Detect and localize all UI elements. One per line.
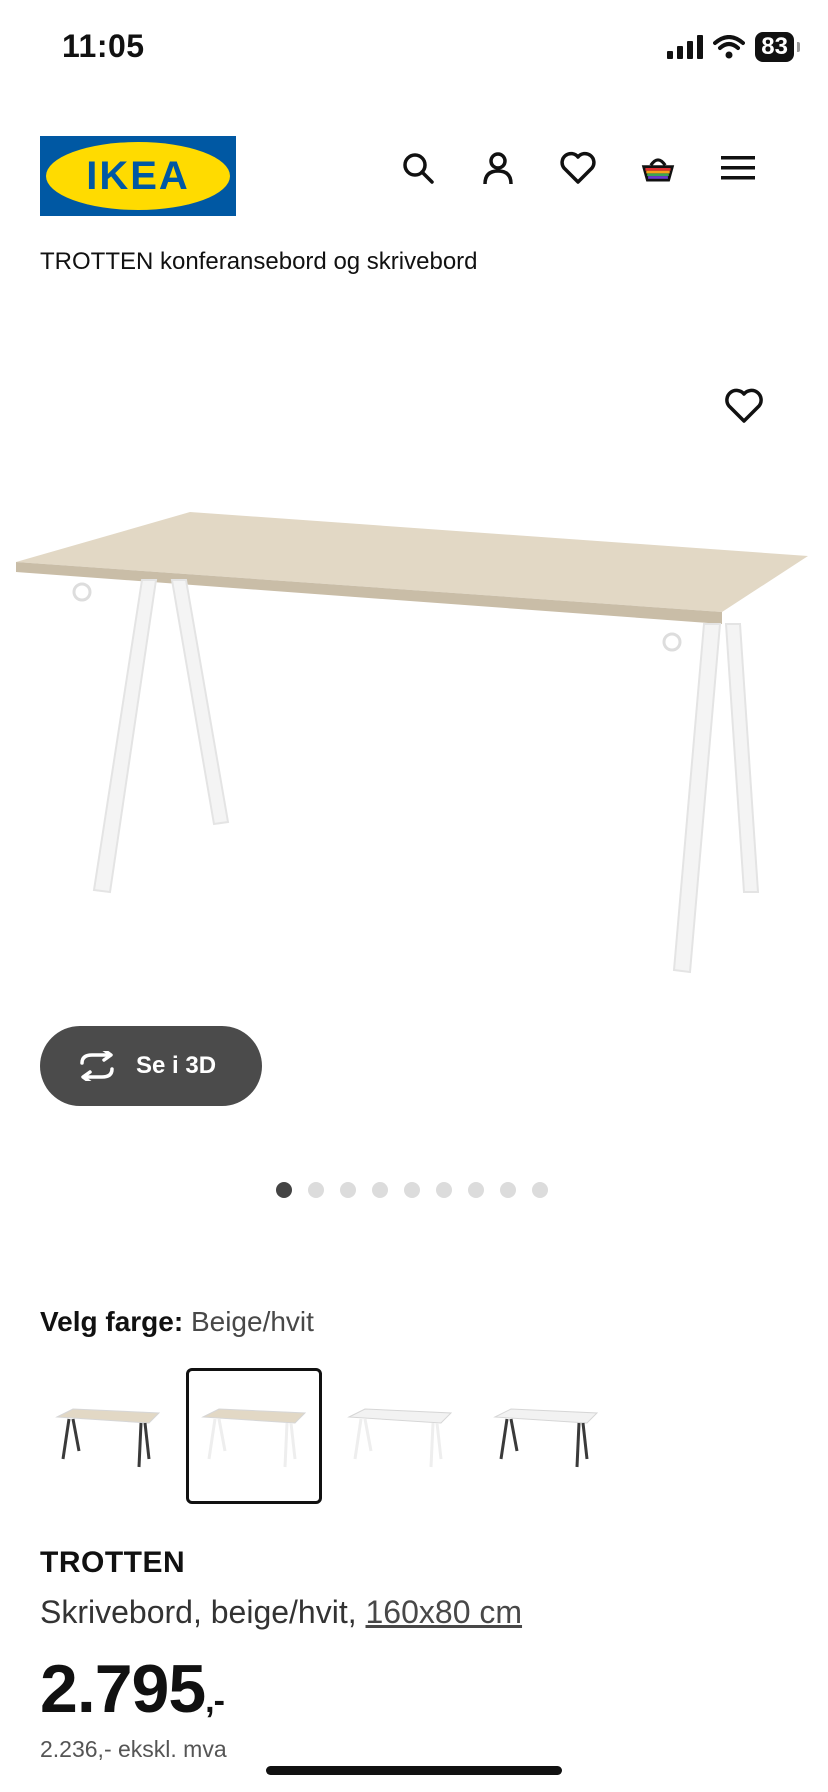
signal-icon: [667, 35, 704, 59]
ikea-logo[interactable]: IKEA: [40, 136, 236, 216]
gallery-dot[interactable]: [404, 1182, 420, 1198]
favorite-heart-icon[interactable]: [724, 388, 768, 432]
price-value: 2.795: [40, 1651, 206, 1727]
rotate-3d-icon: [80, 1051, 114, 1081]
gallery-dot[interactable]: [500, 1182, 516, 1198]
breadcrumb[interactable]: TROTTEN konferansebord og skrivebord: [40, 248, 478, 276]
user-icon[interactable]: [480, 150, 516, 186]
product-name: TROTTEN: [40, 1546, 186, 1579]
status-icons: 83: [667, 32, 800, 62]
view-3d-label: Se i 3D: [136, 1052, 217, 1079]
color-swatch[interactable]: [478, 1368, 614, 1504]
table-thumbnail: [55, 1408, 161, 1468]
header-nav: [400, 150, 756, 186]
color-swatch[interactable]: [40, 1368, 176, 1504]
wifi-icon: [713, 35, 746, 59]
color-swatch[interactable]: [186, 1368, 322, 1504]
gallery-dot[interactable]: [340, 1182, 356, 1198]
gallery-dot[interactable]: [276, 1182, 292, 1198]
color-selector-label: Velg farge: Beige/hvit: [40, 1306, 314, 1338]
product-type: Skrivebord, beige/hvit,: [40, 1594, 366, 1630]
price-suffix: ,-: [205, 1682, 225, 1720]
table-thumbnail: [493, 1408, 599, 1468]
color-label: Velg farge:: [40, 1306, 184, 1337]
battery-indicator: 83: [755, 32, 800, 62]
gallery-pagination: [276, 1182, 548, 1198]
gallery-dot[interactable]: [532, 1182, 548, 1198]
status-time: 11:05: [62, 28, 145, 64]
product-price: 2.795,-: [40, 1650, 225, 1728]
size-link[interactable]: 160x80 cm: [366, 1594, 523, 1630]
search-icon[interactable]: [400, 150, 436, 186]
table-thumbnail: [201, 1408, 307, 1468]
view-3d-button[interactable]: Se i 3D: [40, 1026, 262, 1106]
color-swatches: [40, 1368, 614, 1504]
gallery-dot[interactable]: [468, 1182, 484, 1198]
home-indicator: [266, 1766, 562, 1775]
product-image[interactable]: [10, 500, 818, 1000]
gallery-dot[interactable]: [308, 1182, 324, 1198]
price-ex-vat: 2.236,- ekskl. mva: [40, 1736, 227, 1762]
table-thumbnail: [347, 1408, 453, 1468]
color-value: Beige/hvit: [190, 1306, 314, 1337]
cart-icon[interactable]: [640, 150, 676, 186]
menu-icon[interactable]: [720, 150, 756, 186]
gallery-dot[interactable]: [372, 1182, 388, 1198]
gallery-dot[interactable]: [436, 1182, 452, 1198]
logo-text: IKEA: [86, 154, 190, 198]
heart-icon[interactable]: [560, 150, 596, 186]
color-swatch[interactable]: [332, 1368, 468, 1504]
product-description: Skrivebord, beige/hvit, 160x80 cm: [40, 1594, 522, 1631]
